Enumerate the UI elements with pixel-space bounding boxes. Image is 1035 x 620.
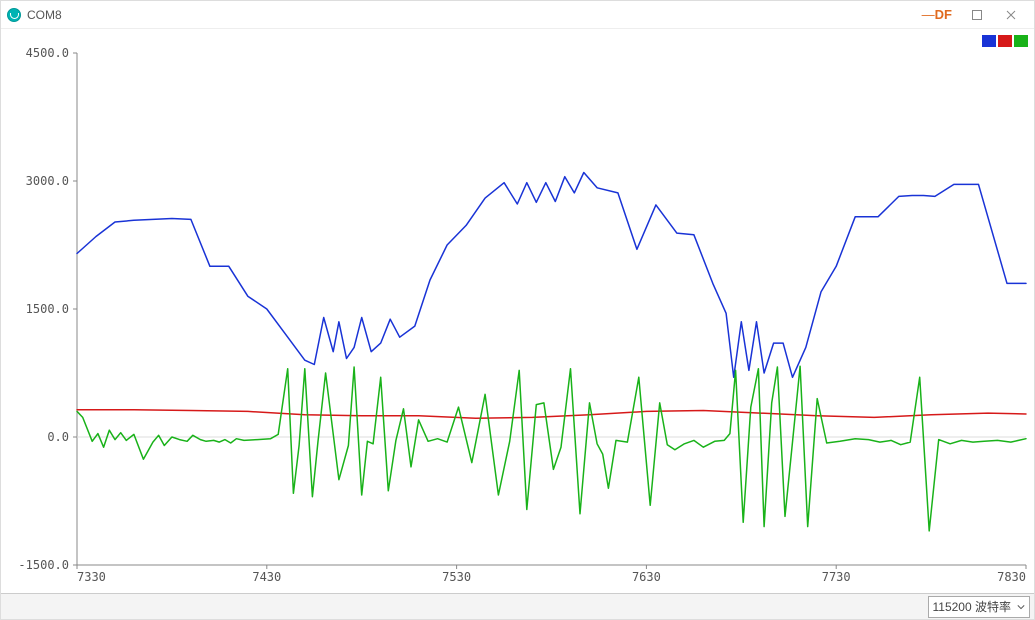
window: COM8 —DF -1500.0 0.0 1500.0 3000.0 4500.0 733… — [0, 0, 1035, 620]
brand-label: —DF — [922, 7, 952, 22]
svg-text:7330: 7330 — [77, 570, 106, 584]
svg-text:7730: 7730 — [822, 570, 851, 584]
arduino-icon — [7, 8, 21, 22]
svg-text:7530: 7530 — [442, 570, 471, 584]
window-title: COM8 — [27, 8, 62, 22]
svg-text:7830: 7830 — [997, 570, 1026, 584]
svg-text:1500.0: 1500.0 — [26, 302, 69, 316]
svg-text:-1500.0: -1500.0 — [18, 558, 69, 572]
baud-rate-label: 115200 波特率 — [933, 598, 1012, 615]
close-button[interactable] — [994, 4, 1028, 26]
statusbar: 115200 波特率 — [1, 593, 1034, 619]
baud-rate-select[interactable]: 115200 波特率 — [928, 596, 1031, 618]
chevron-down-icon — [1017, 600, 1025, 614]
plot-area: -1500.0 0.0 1500.0 3000.0 4500.0 7330 7430 7530… — [1, 29, 1034, 593]
svg-text:7430: 7430 — [252, 570, 281, 584]
svg-text:7630: 7630 — [632, 570, 661, 584]
svg-text:0.0: 0.0 — [47, 430, 69, 444]
maximize-button[interactable] — [960, 4, 994, 26]
svg-text:3000.0: 3000.0 — [26, 174, 69, 188]
svg-text:4500.0: 4500.0 — [26, 46, 69, 60]
titlebar: COM8 —DF — [1, 1, 1034, 29]
chart: -1500.0 0.0 1500.0 3000.0 4500.0 7330 7430 7530… — [1, 29, 1034, 593]
